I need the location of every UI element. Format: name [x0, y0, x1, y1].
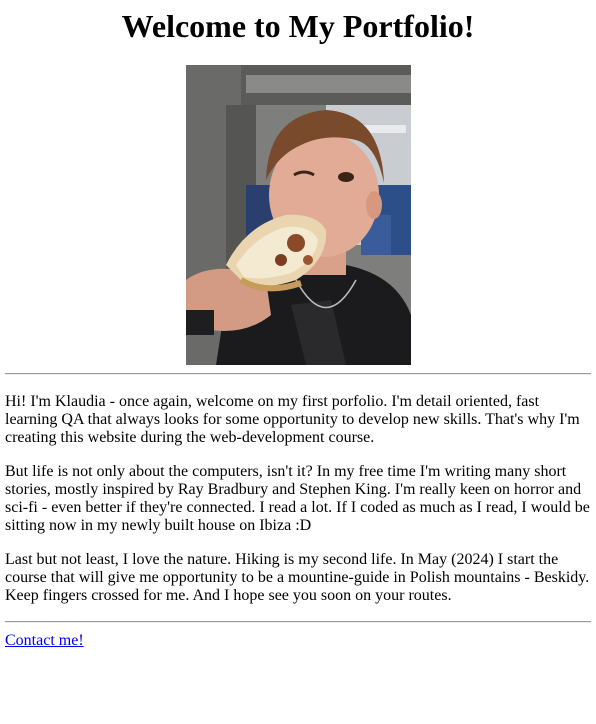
hobbies-paragraph: But life is not only about the computers… — [5, 463, 590, 534]
page-title: Welcome to My Portfolio! — [121, 8, 475, 44]
intro-paragraph: Hi! I'm Klaudia - once again, welcome on… — [5, 393, 580, 446]
profile-photo — [185, 65, 411, 365]
contact-link[interactable]: Contact me! — [5, 632, 84, 650]
divider-bottom — [5, 621, 591, 623]
nature-paragraph: Last but not least, I love the nature. H… — [5, 551, 590, 604]
page-container: Welcome to My Portfolio! Hi! I'm Klaudia… — [0, 6, 596, 650]
divider-top — [5, 373, 591, 375]
